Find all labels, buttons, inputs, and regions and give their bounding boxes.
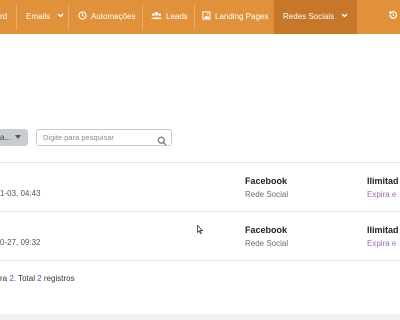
nav-item-emails[interactable]: Emails [26,0,64,34]
row-date: 1-03, 04:43 [0,189,41,198]
image-icon [202,0,211,34]
row-network-type: Rede Social [245,239,289,248]
row-network-name: Facebook [245,225,288,235]
nav-item-label: Redes Sociais [283,12,335,21]
nav-item-label: rd [0,12,8,21]
nav-divider [68,4,69,30]
caret-down-icon [15,129,22,146]
users-icon [151,0,162,34]
table-divider [0,211,400,212]
row-plan: Ilimitad [367,176,399,186]
chevron-down-icon [341,0,348,34]
nav-divider [16,4,17,30]
search-box [36,129,172,146]
row-plan: Ilimitad [367,225,399,235]
search-icon[interactable] [157,133,167,146]
nav-divider [142,4,143,30]
nav-divider [194,4,195,30]
row-expiration: Expira e [367,190,397,199]
mouse-cursor-icon [197,221,204,234]
table-divider [0,260,400,261]
nav-item-label: Landing Pages [215,12,269,21]
pagination-suffix: registros [41,274,75,283]
history-icon [388,0,398,34]
nav-item-dashboard[interactable]: rd [0,0,7,34]
table-divider [0,162,400,163]
pagination-prefix: ra [0,274,10,283]
nav-item-leads[interactable]: Leads [151,0,188,34]
row-network-type: Rede Social [245,190,289,199]
row-date: 0-27, 09:32 [0,238,41,247]
clock-icon [78,0,87,34]
history-button[interactable] [388,0,398,34]
nav-item-label: Automações [91,12,136,21]
search-input[interactable] [43,131,153,144]
filter-select-value: a... [0,133,12,142]
nav-item-automacoes[interactable]: Automações [78,0,135,34]
row-network-name: Facebook [245,176,288,186]
nav-item-label: Emails [26,12,51,21]
nav-item-landing-pages[interactable]: Landing Pages [202,0,268,34]
nav-item-redes-sociais[interactable]: Redes Sociais [274,0,358,34]
pagination-summary: ra 2. Total 2 registros [0,274,75,283]
page-bottom-strip [0,314,400,320]
pagination-mid: . Total [13,274,38,283]
top-navigation-bar: rd Emails Automações Leads Landing Pages… [0,0,400,34]
chevron-down-icon [57,0,64,34]
filter-select[interactable]: a... [0,129,28,146]
row-expiration: Expira e [367,239,397,248]
nav-item-label: Leads [166,12,188,21]
